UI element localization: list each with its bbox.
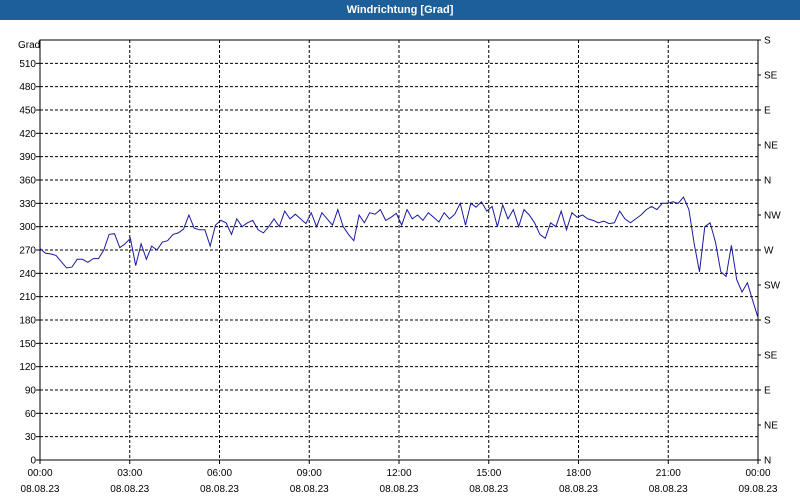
right-tick-label: S xyxy=(764,36,771,47)
right-tick-label: NW xyxy=(764,211,781,222)
y-tick-label: 330 xyxy=(19,199,36,210)
y-tick-label: 120 xyxy=(19,362,36,373)
x-tick-time: 21:00 xyxy=(656,468,681,479)
x-axis-ticks: 00:00 08.08.23 03:00 08.08.23 06:00 08.08.23 0… xyxy=(21,460,778,495)
x-tick-date: 08.08.23 xyxy=(380,484,419,495)
x-tick-date: 09.08.23 xyxy=(739,484,778,495)
y-axis-label: Grad xyxy=(18,40,40,51)
right-tick-label: N xyxy=(764,456,771,467)
x-tick-time: 06:00 xyxy=(207,468,232,479)
right-tick-label: N xyxy=(764,176,771,187)
x-tick-time: 03:00 xyxy=(117,468,142,479)
x-tick-date: 08.08.23 xyxy=(559,484,598,495)
right-tick-label: SW xyxy=(764,281,781,292)
x-tick-date: 08.08.23 xyxy=(649,484,688,495)
x-tick-time: 00:00 xyxy=(745,468,770,479)
x-tick-time: 15:00 xyxy=(476,468,501,479)
y-tick-label: 450 xyxy=(19,106,36,117)
y-tick-label: 60 xyxy=(25,409,37,420)
x-tick-time: 00:00 xyxy=(27,468,52,479)
x-tick-time: 09:00 xyxy=(297,468,322,479)
right-tick-label: E xyxy=(764,106,771,117)
x-tick-time: 12:00 xyxy=(386,468,411,479)
right-axis-ticks: N NE E SE S SW W NW N NE E SE S xyxy=(758,36,781,467)
x-tick-date: 08.08.23 xyxy=(200,484,239,495)
right-tick-label: NE xyxy=(764,421,778,432)
y-tick-label: 240 xyxy=(19,269,36,280)
y-tick-label: 90 xyxy=(25,386,37,397)
y-tick-label: 180 xyxy=(19,316,36,327)
y-tick-label: 390 xyxy=(19,152,36,163)
chart-title: Windrichtung [Grad] xyxy=(0,0,800,20)
y-tick-label: 420 xyxy=(19,129,36,140)
right-tick-label: NE xyxy=(764,141,778,152)
right-tick-label: W xyxy=(764,246,774,257)
y-tick-label: 270 xyxy=(19,246,36,257)
y-tick-label: 30 xyxy=(25,432,37,443)
y-tick-label: 510 xyxy=(19,59,36,70)
y-tick-label: 0 xyxy=(30,456,36,467)
grid xyxy=(40,40,758,460)
right-tick-label: E xyxy=(764,386,771,397)
x-tick-date: 08.08.23 xyxy=(290,484,329,495)
y-tick-label: 210 xyxy=(19,292,36,303)
x-tick-date: 08.08.23 xyxy=(469,484,508,495)
x-tick-date: 08.08.23 xyxy=(21,484,60,495)
y-tick-label: 480 xyxy=(19,82,36,93)
y-tick-label: 150 xyxy=(19,339,36,350)
right-tick-label: SE xyxy=(764,351,778,362)
right-tick-label: S xyxy=(764,316,771,327)
x-tick-date: 08.08.23 xyxy=(110,484,149,495)
right-tick-label: SE xyxy=(764,71,778,82)
y-tick-label: 360 xyxy=(19,176,36,187)
y-axis-ticks: 0 30 60 90 120 150 180 210 240 270 300 330 360 390 420… xyxy=(19,59,40,467)
x-tick-time: 18:00 xyxy=(566,468,591,479)
y-tick-label: 300 xyxy=(19,222,36,233)
wind-direction-chart: Grad 0 30 60 90 120 150 180 210 240 270 300 330 360 3… xyxy=(18,36,781,496)
